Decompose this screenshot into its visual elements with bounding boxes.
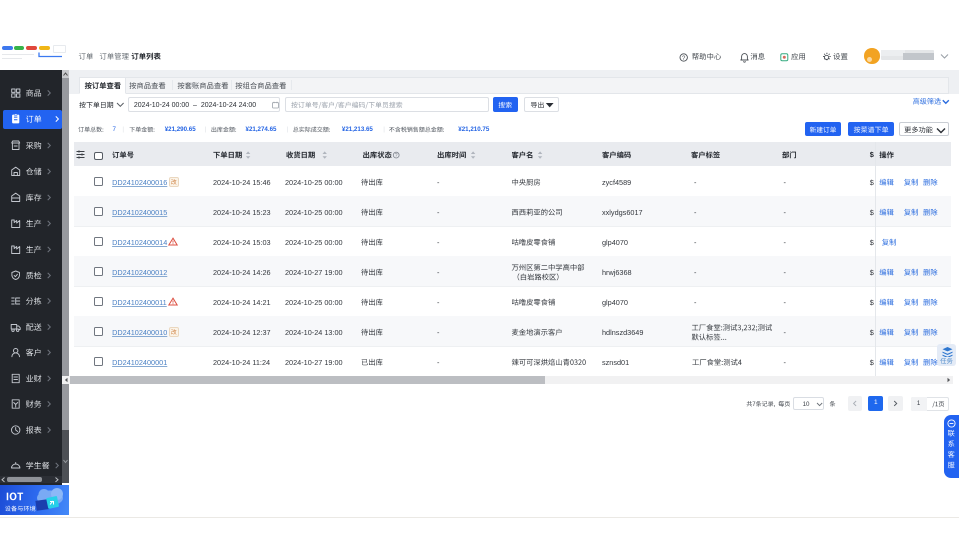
svg-text:?: ? <box>395 153 398 159</box>
